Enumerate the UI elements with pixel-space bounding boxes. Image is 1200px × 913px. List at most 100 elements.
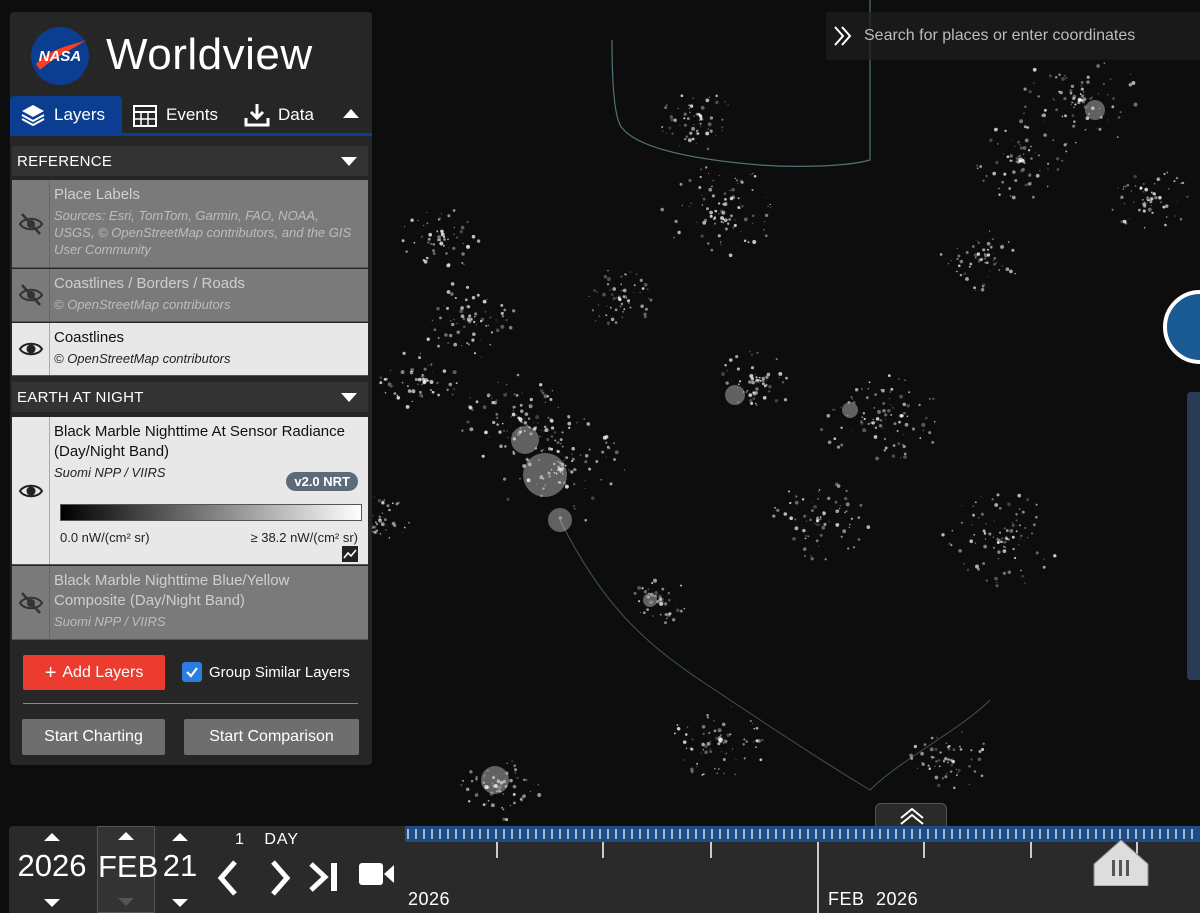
city-light [664,613,668,616]
day-value[interactable]: 21 [159,848,201,884]
city-light [593,288,597,292]
city-light [845,502,850,507]
city-light [817,498,819,500]
chevron-down-icon[interactable] [340,392,358,403]
city-light [584,488,586,489]
city-light [730,189,732,192]
visibility-toggle[interactable] [12,180,50,267]
tab-layers[interactable]: Layers [10,96,122,133]
timeline-axis[interactable]: 2026 FEB 2026 [405,826,1200,913]
city-light [609,482,613,486]
visibility-toggle[interactable] [12,566,50,639]
video-camera-icon[interactable] [357,860,397,888]
group-similar-layers-checkbox[interactable]: Group Similar Layers [182,662,350,682]
tab-events[interactable]: Events [132,96,232,133]
layer-place-labels[interactable]: Place Labels Sources: Esri, TomTom, Garm… [12,180,368,268]
city-light [401,381,404,384]
version-badge[interactable]: v2.0 NRT [286,472,358,491]
city-light [723,772,726,775]
city-light [388,537,391,539]
search-input[interactable] [864,27,1184,45]
skip-to-latest-icon[interactable] [307,860,343,894]
city-light [774,399,779,403]
year-down-arrow-icon[interactable] [44,899,60,907]
chevron-down-icon[interactable] [340,156,358,167]
city-light [984,262,986,264]
month-value[interactable]: FEB [98,849,158,885]
start-charting-button[interactable]: Start Charting [22,719,165,755]
city-light [1020,168,1024,173]
city-light [824,558,827,561]
add-layers-button[interactable]: + Add Layers [23,655,165,690]
layer-coastlines[interactable]: Coastlines © OpenStreetMap contributors [12,323,368,376]
city-light [379,376,383,380]
city-light [884,413,888,417]
city-light [534,426,538,429]
city-light [1043,558,1045,560]
city-light [620,283,623,286]
city-light [733,223,737,227]
city-light [640,611,642,613]
city-light [705,131,710,136]
city-light [385,377,388,381]
visibility-toggle[interactable] [12,269,50,321]
timeline-date-handle[interactable] [1092,840,1150,886]
city-light [924,416,928,420]
search-bar[interactable] [826,12,1200,60]
day-up-arrow-icon[interactable] [172,833,188,841]
year-up-arrow-icon[interactable] [44,833,60,841]
city-light [752,392,757,396]
city-light [818,521,820,523]
month-up-arrow-icon[interactable] [118,832,134,840]
city-light [416,378,419,380]
city-light [1117,116,1121,119]
zoom-level[interactable]: 1 DAY [235,831,299,849]
checkbox-checked-icon[interactable] [182,662,202,682]
city-light [823,522,827,526]
city-light [621,290,623,292]
year-value[interactable]: 2026 [9,848,95,884]
layer-coastlines-borders-roads[interactable]: Coastlines / Borders / Roads © OpenStree… [12,269,368,322]
city-light [427,237,431,241]
city-light [973,770,977,773]
city-light [667,591,671,595]
city-light [974,542,977,544]
city-light [393,392,397,395]
city-light [1016,525,1018,527]
month-down-arrow-icon[interactable] [118,898,134,906]
day-selector[interactable]: 21 [159,826,201,913]
previous-day-icon[interactable] [213,858,243,898]
city-light [1074,103,1077,106]
city-light [1015,530,1018,533]
visibility-toggle[interactable] [12,323,50,375]
layer-black-marble-radiance[interactable]: Black Marble Nighttime At Sensor Radianc… [12,417,368,565]
next-day-icon[interactable] [265,858,295,898]
city-light [753,727,755,730]
year-selector[interactable]: 2026 [9,826,95,913]
chart-icon[interactable] [342,546,358,562]
timeline-expand-button[interactable] [875,803,947,827]
city-light [1073,120,1076,123]
city-light [861,416,864,419]
visibility-toggle[interactable] [12,417,50,564]
collapse-sidebar-icon[interactable] [342,106,360,120]
double-chevron-icon[interactable] [830,23,856,49]
city-light [679,182,683,186]
section-earth-at-night[interactable]: EARTH AT NIGHT [12,382,368,412]
tab-data[interactable]: Data [244,96,334,133]
section-reference[interactable]: REFERENCE [12,146,368,176]
legend-colorbar[interactable] [60,504,362,521]
layer-black-marble-blue-yellow[interactable]: Black Marble Nighttime Blue/Yellow Compo… [12,566,368,640]
city-light [614,308,618,312]
month-selector[interactable]: FEB [97,826,158,913]
city-light [994,576,998,581]
city-light [482,803,486,807]
right-panel-edge[interactable] [1187,392,1200,680]
city-light [1106,119,1108,121]
day-down-arrow-icon[interactable] [172,899,188,907]
city-light [913,744,918,749]
city-light [1123,185,1125,188]
city-light [998,531,1002,534]
city-light [923,743,927,746]
start-comparison-button[interactable]: Start Comparison [184,719,359,755]
